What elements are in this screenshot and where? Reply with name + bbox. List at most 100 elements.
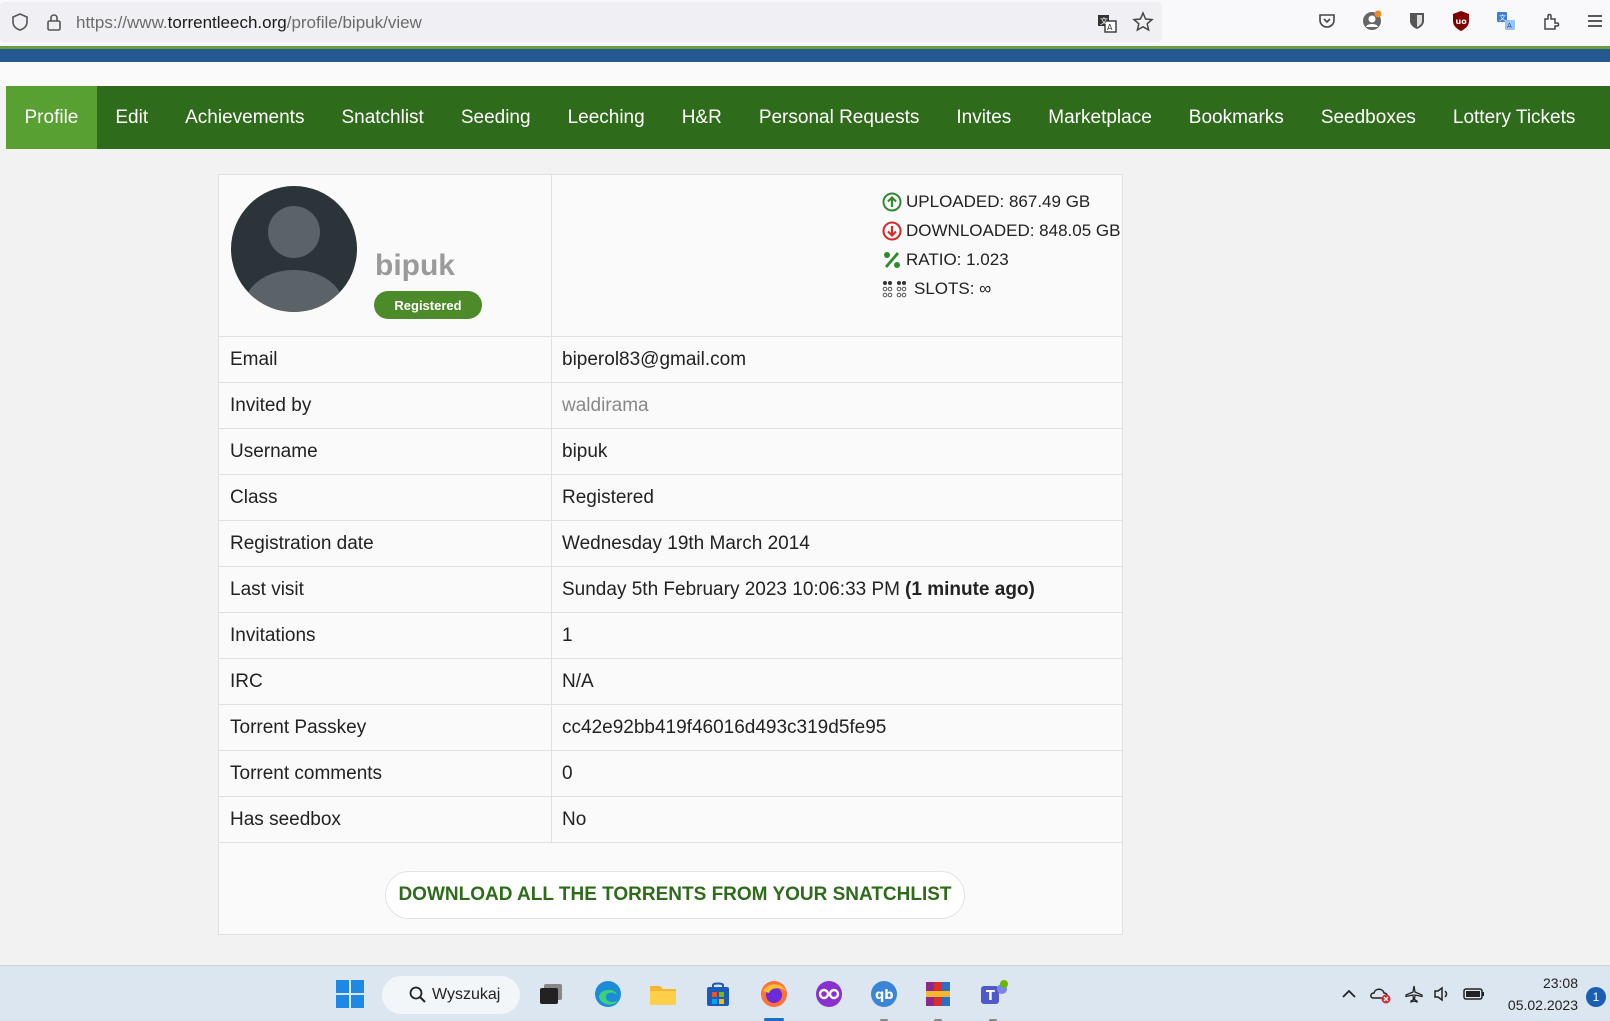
edge-icon[interactable]: [590, 976, 626, 1012]
row-value: Wednesday 19th March 2014: [562, 532, 810, 554]
slots-icon: [881, 278, 911, 300]
stat-ratio: RATIO: 1.023: [881, 245, 1120, 274]
clock-time: 23:08: [1542, 975, 1578, 991]
extensions-icon[interactable]: [1540, 10, 1562, 32]
svg-text:qb: qb: [875, 988, 894, 1003]
table-row: Torrent comments 0: [219, 751, 1122, 797]
downloaded-value: DOWNLOADED: 848.05 GB: [906, 220, 1121, 240]
svg-text:A: A: [1107, 23, 1113, 32]
url-path: /profile/bipuk/view: [286, 13, 422, 32]
profile-header: bipuk Registered UPLOADED: 867.49 GB DOW…: [219, 175, 1122, 337]
row-label: Username: [219, 429, 552, 474]
browser-toolbar: https://www.torrentleech.org/profile/bip…: [0, 0, 1610, 46]
url-bar[interactable]: https://www.torrentleech.org/profile/bip…: [0, 2, 1162, 42]
nav-marketplace[interactable]: Marketplace: [1030, 86, 1171, 149]
winrar-icon[interactable]: [920, 976, 956, 1012]
class-badge: Registered: [374, 291, 482, 319]
nav-snatchlist[interactable]: Snatchlist: [323, 86, 442, 149]
row-value: Sunday 5th February 2023 10:06:33 PM: [562, 578, 901, 600]
svg-text:A: A: [1507, 22, 1512, 30]
site-header-gap: [0, 62, 1610, 86]
pocket-icon[interactable]: [1316, 10, 1338, 32]
table-row: Class Registered: [219, 475, 1122, 521]
slots-value: SLOTS: ∞: [914, 278, 992, 298]
clock-date: 05.02.2023: [1507, 997, 1578, 1013]
row-label: IRC: [219, 659, 552, 704]
url-domain: torrentleech.org: [167, 13, 287, 32]
nav-leeching[interactable]: Leeching: [549, 86, 663, 149]
percent-icon: [881, 249, 903, 271]
chevron-up-icon[interactable]: [1337, 982, 1361, 1006]
taskbar: Wyszukaj qb T 23:08 05.02.2023 1: [0, 965, 1610, 1021]
row-value: Registered: [562, 486, 654, 508]
uploaded-value: UPLOADED: 867.49 GB: [906, 191, 1091, 211]
download-arrow-icon: [881, 220, 903, 242]
table-row: Email biperol83@gmail.com: [219, 337, 1122, 383]
upload-arrow-icon: [881, 191, 903, 213]
last-visit-relative: (1 minute ago): [905, 578, 1035, 600]
qbittorrent-icon[interactable]: qb: [866, 976, 902, 1012]
url-prefix: https://www.: [76, 13, 168, 32]
nav-achievements[interactable]: Achievements: [167, 86, 323, 149]
row-value-container: Sunday 5th February 2023 10:06:33 PM (1 m…: [552, 567, 1122, 612]
shield-icon[interactable]: [10, 12, 30, 32]
clock[interactable]: 23:08 05.02.2023: [1500, 972, 1578, 1016]
row-label: Torrent comments: [219, 751, 552, 796]
search-label: Wyszukaj: [432, 986, 501, 1003]
bitwarden-icon[interactable]: [1406, 10, 1428, 32]
store-icon[interactable]: [700, 976, 736, 1012]
row-label: Invitations: [219, 613, 552, 658]
account-icon[interactable]: [1361, 10, 1383, 32]
site-header-strip: [0, 46, 1610, 62]
avatar-body: [245, 270, 343, 312]
vpn-app-icon[interactable]: [811, 976, 847, 1012]
row-label: Torrent Passkey: [219, 705, 552, 750]
nav-profile[interactable]: Profile: [6, 86, 97, 149]
nav-seeding[interactable]: Seeding: [442, 86, 549, 149]
avatar[interactable]: [231, 186, 357, 312]
row-value: N/A: [562, 670, 594, 692]
download-snatchlist-button[interactable]: DOWNLOAD ALL THE TORRENTS FROM YOUR SNAT…: [385, 871, 965, 919]
volume-icon[interactable]: [1430, 982, 1454, 1006]
nav-lottery-tickets[interactable]: Lottery Tickets: [1434, 86, 1594, 149]
bookmark-star-icon[interactable]: [1132, 11, 1154, 33]
nav-edit[interactable]: Edit: [97, 86, 167, 149]
nav-hnr[interactable]: H&R: [663, 86, 740, 149]
row-label: Last visit: [219, 567, 552, 612]
table-row: Username bipuk: [219, 429, 1122, 475]
table-row: Torrent Passkey cc42e92bb419f46016d493c31…: [219, 705, 1122, 751]
task-view-icon[interactable]: [534, 976, 570, 1012]
translate-extension-icon[interactable]: 文A: [1495, 10, 1517, 32]
airplane-mode-icon[interactable]: [1402, 982, 1426, 1006]
ratio-value: RATIO: 1.023: [906, 249, 1009, 269]
file-explorer-icon[interactable]: [645, 976, 681, 1012]
row-label: Email: [219, 337, 552, 382]
row-value: bipuk: [562, 440, 608, 462]
onedrive-error-icon[interactable]: [1369, 982, 1393, 1006]
translate-icon[interactable]: 文A: [1096, 12, 1118, 34]
table-row: Has seedbox No: [219, 797, 1122, 843]
notification-badge[interactable]: 1: [1586, 987, 1606, 1007]
lock-icon[interactable]: [44, 12, 64, 32]
svg-text:T: T: [986, 989, 995, 1004]
nav-seedboxes[interactable]: Seedboxes: [1302, 86, 1434, 149]
inviter-link[interactable]: waldirama: [552, 383, 1122, 428]
nav-personal-requests[interactable]: Personal Requests: [740, 86, 938, 149]
nav-bookmarks[interactable]: Bookmarks: [1170, 86, 1302, 149]
taskbar-search[interactable]: Wyszukaj: [382, 976, 520, 1014]
battery-icon[interactable]: [1462, 982, 1486, 1006]
nav-invites[interactable]: Invites: [938, 86, 1030, 149]
teams-icon[interactable]: T: [975, 976, 1011, 1012]
windows-start-icon[interactable]: [332, 976, 368, 1012]
table-row: Invited by waldirama: [219, 383, 1122, 429]
menu-icon[interactable]: [1584, 10, 1606, 32]
svg-text:uo: uo: [1456, 17, 1468, 26]
table-row: Invitations 1: [219, 613, 1122, 659]
profile-details-table: Email biperol83@gmail.com Invited by waldi…: [219, 337, 1122, 843]
column-divider: [551, 175, 552, 337]
ublock-icon[interactable]: uo: [1450, 10, 1472, 32]
url-text[interactable]: https://www.torrentleech.org/profile/bip…: [76, 13, 422, 33]
table-row: IRC N/A: [219, 659, 1122, 705]
row-value: 0: [562, 762, 573, 784]
firefox-icon[interactable]: [756, 976, 792, 1012]
